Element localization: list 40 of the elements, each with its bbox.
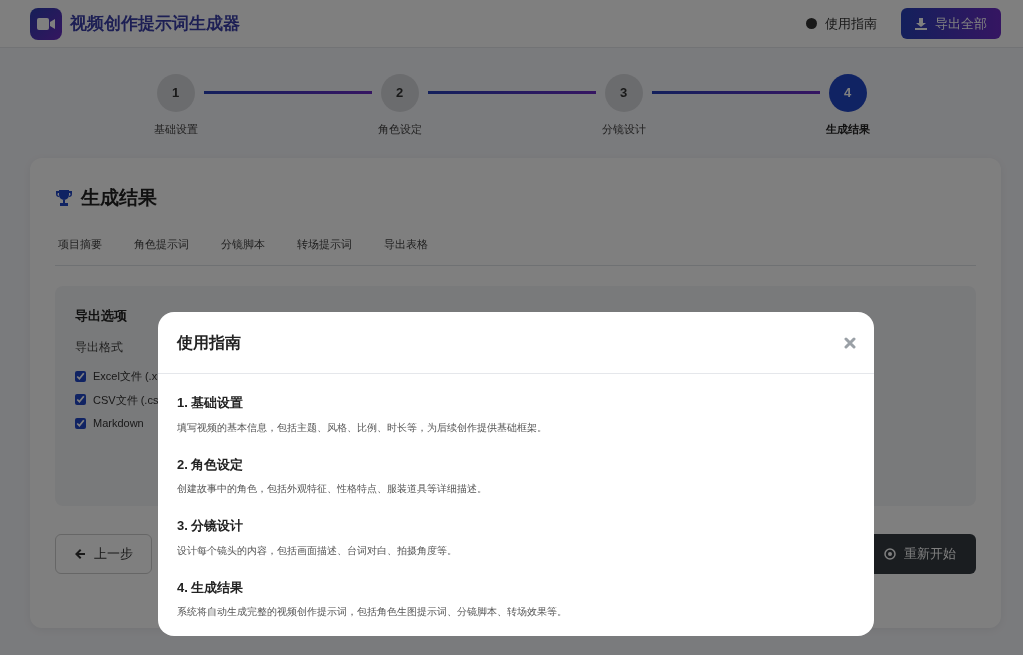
tab[interactable]: 角色提示词 [134,236,189,253]
checkbox[interactable] [75,394,86,406]
tab[interactable]: 分镜脚本 [221,236,265,253]
tab[interactable]: 转场提示词 [297,236,352,253]
step-label: 生成结果 [824,122,871,137]
card-title: 生成结果 [81,185,157,210]
logo-icon [30,7,62,40]
tab[interactable]: 导出表格 [384,236,428,253]
checkbox[interactable] [75,417,86,429]
field-label: 导出格式 [75,339,123,356]
step-label: 基础设置 [152,122,199,137]
step-circle[interactable]: 2 [380,74,419,112]
section-heading: 4. 生成结果 [177,578,245,597]
tab[interactable]: 项目摘要 [58,236,102,253]
step-circle[interactable]: 1 [156,74,195,112]
section-heading: 1. 基础设置 [177,394,245,412]
section-heading: 导出选项 [75,306,127,325]
target-icon [884,547,896,560]
section-text: 创建故事中的角色，包括外观特征、性格特点、服装道具等详细描述。 [177,482,488,496]
checkbox[interactable] [75,370,86,382]
download-icon [915,17,927,30]
section-text: 设计每个镜头的内容，包括画面描述、台词对白、拍摄角度等。 [177,543,458,558]
checkbox-label: Markdown [93,416,144,431]
export-all-button[interactable]: 导出全部 [901,7,1001,40]
app-title: 视频创作提示词生成器 [70,12,240,35]
step-label: 角色设定 [376,122,423,137]
step-circle[interactable]: 4 [828,74,867,112]
arrow-left-icon [74,547,86,560]
section-heading: 2. 角色设定 [177,455,245,474]
section-heading: 3. 分镜设计 [177,517,245,535]
checkbox-label: CSV文件 (.cs [93,392,159,408]
step-circle[interactable]: 3 [604,74,643,112]
close-button[interactable] [844,336,856,349]
trophy-icon [55,188,73,207]
modal-title: 使用指南 [177,332,241,353]
guide-link[interactable]: 使用指南 [806,13,877,34]
checkbox-label: Excel文件 (.x [93,369,158,384]
section-text: 填写视频的基本信息，包括主题、风格、比例、时长等，为后续创作提供基础框架。 [177,420,548,435]
step-label: 分镜设计 [600,122,647,137]
section-text: 系统将自动生成完整的视频创作提示词，包括角色生图提示词、分镜脚本、转场效果等。 [177,605,568,619]
